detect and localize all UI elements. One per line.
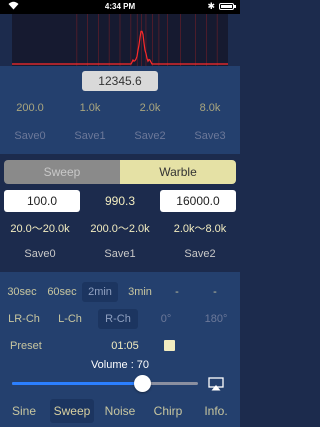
phase-180[interactable]: 180° xyxy=(196,309,236,329)
range-saves: Save0 Save1 Save2 xyxy=(0,248,240,262)
preset-value-3[interactable]: 8.0k xyxy=(180,102,240,114)
center-frequency: 990.3 xyxy=(90,194,150,208)
channel-selector: LR-Ch L-Ch R-Ch 0° 180° xyxy=(0,309,240,329)
range-preset-1[interactable]: 200.0〜2.0k xyxy=(80,220,160,236)
volume-slider-fill xyxy=(12,382,142,385)
battery-nub xyxy=(234,5,236,8)
airplay-icon[interactable] xyxy=(208,377,224,391)
phase-0[interactable]: 0° xyxy=(146,309,186,329)
preset-value-1[interactable]: 1.0k xyxy=(60,102,120,114)
spectrum-display xyxy=(12,14,228,66)
volume-slider[interactable] xyxy=(12,382,198,385)
tab-sweep[interactable]: Sweep xyxy=(50,399,94,423)
status-time: 4:34 PM xyxy=(0,2,240,11)
range-save-button-1[interactable]: Save1 xyxy=(80,248,160,260)
frequency-saves: Save0 Save1 Save2 Save3 xyxy=(0,130,240,144)
sweep-mode-button[interactable]: Sweep xyxy=(4,160,120,184)
high-frequency-field[interactable]: 16000.0 xyxy=(160,190,236,212)
low-frequency-field[interactable]: 100.0 xyxy=(4,190,80,212)
tab-info[interactable]: Info. xyxy=(196,399,236,423)
range-save-button-0[interactable]: Save0 xyxy=(0,248,80,260)
bluetooth-icon: ✱ xyxy=(207,1,215,12)
channel-lr[interactable]: LR-Ch xyxy=(4,309,44,329)
duration-empty-2[interactable]: - xyxy=(200,282,230,302)
tab-noise[interactable]: Noise xyxy=(100,399,140,423)
channel-l[interactable]: L-Ch xyxy=(52,309,88,329)
range-preset-0[interactable]: 20.0〜20.0k xyxy=(0,220,80,236)
frequency-presets: 200.0 1.0k 2.0k 8.0k xyxy=(0,102,240,116)
timer-display: 01:05 xyxy=(100,340,150,352)
mode-toggle: Sweep Warble xyxy=(4,160,236,184)
tab-chirp[interactable]: Chirp xyxy=(148,399,188,423)
bottom-tab-bar: Sine Sweep Noise Chirp Info. xyxy=(0,399,240,423)
volume-slider-thumb[interactable] xyxy=(134,375,151,392)
warble-mode-button[interactable]: Warble xyxy=(120,160,236,184)
duration-empty-1[interactable]: - xyxy=(162,282,192,302)
frequency-display[interactable]: 12345.6 xyxy=(82,71,158,91)
range-save-button-2[interactable]: Save2 xyxy=(160,248,240,260)
preset-value-0[interactable]: 200.0 xyxy=(0,102,60,114)
tab-sine[interactable]: Sine xyxy=(4,399,44,423)
duration-60sec[interactable]: 60sec xyxy=(44,282,80,302)
save-button-2[interactable]: Save2 xyxy=(120,130,180,142)
preset-value-2[interactable]: 2.0k xyxy=(120,102,180,114)
range-preset-2[interactable]: 2.0k〜8.0k xyxy=(160,220,240,236)
duration-30sec[interactable]: 30sec xyxy=(4,282,40,302)
status-bar: 4:34 PM ✱ xyxy=(0,0,240,14)
save-button-3[interactable]: Save3 xyxy=(180,130,240,142)
duration-3min[interactable]: 3min xyxy=(122,282,158,302)
preset-label[interactable]: Preset xyxy=(10,340,42,352)
battery-icon xyxy=(219,3,234,10)
save-button-1[interactable]: Save1 xyxy=(60,130,120,142)
duration-selector: 30sec 60sec 2min 3min - - xyxy=(0,282,240,302)
channel-r[interactable]: R-Ch xyxy=(98,309,138,329)
range-presets: 20.0〜20.0k 200.0〜2.0k 2.0k〜8.0k xyxy=(0,220,240,234)
timer-checkbox[interactable] xyxy=(164,340,175,351)
save-button-0[interactable]: Save0 xyxy=(0,130,60,142)
volume-label: Volume : 70 xyxy=(70,359,170,371)
duration-2min[interactable]: 2min xyxy=(82,282,118,302)
